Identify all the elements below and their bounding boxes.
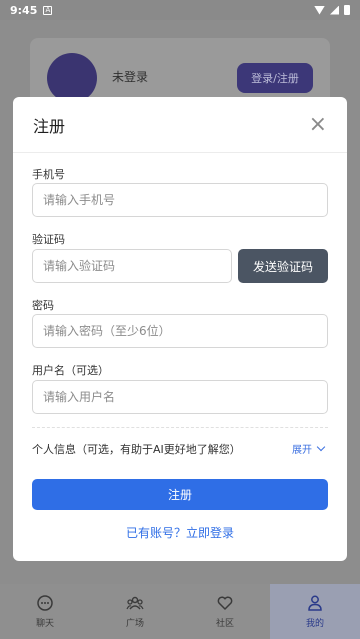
phone-input[interactable]	[32, 183, 328, 217]
close-icon[interactable]: ×	[309, 113, 327, 136]
status-time: 9:45	[10, 3, 38, 17]
avatar	[47, 53, 97, 103]
register-modal: 注册 × 手机号 验证码 发送验证码 密码 用户名（可选） 个人信息（可选，有助…	[13, 97, 347, 561]
user-icon	[306, 594, 324, 612]
username-input[interactable]	[32, 380, 328, 414]
register-button[interactable]: 注册	[32, 479, 328, 510]
code-label: 验证码	[32, 233, 65, 246]
expand-label: 展开	[292, 445, 312, 456]
password-label: 密码	[32, 299, 54, 312]
username-label: 用户名（可选）	[32, 364, 109, 377]
nav-label: 社区	[215, 619, 234, 629]
nav-item-community[interactable]: 社区	[180, 584, 270, 639]
nav-label: 聊天	[35, 619, 54, 629]
nav-label: 我的	[305, 619, 324, 629]
wifi-icon	[314, 5, 325, 15]
chevron-down-icon	[316, 442, 326, 452]
divider	[32, 427, 328, 428]
status-bar: 9:45 A	[0, 0, 360, 20]
group-icon	[126, 594, 144, 612]
bottom-nav: 聊天 广场 社区 我的	[0, 584, 360, 639]
nav-item-mine[interactable]: 我的	[270, 584, 360, 639]
login-status: 未登录	[112, 70, 149, 84]
phone-label: 手机号	[32, 168, 65, 181]
password-input[interactable]	[32, 314, 328, 348]
chat-icon	[36, 594, 54, 612]
nav-item-chat[interactable]: 聊天	[0, 584, 90, 639]
notification-icon: A	[43, 5, 53, 15]
signal-icon	[330, 5, 339, 15]
send-code-button[interactable]: 发送验证码	[238, 249, 328, 283]
modal-header: 注册 ×	[13, 97, 347, 153]
login-register-button[interactable]: 登录/注册	[237, 63, 313, 93]
login-link[interactable]: 已有账号？立即登录	[13, 524, 347, 541]
status-indicators	[314, 5, 350, 15]
code-input[interactable]	[32, 249, 232, 283]
nav-label: 广场	[125, 619, 144, 629]
personal-info-label: 个人信息（可选，有助于AI更好地了解您）	[32, 443, 241, 456]
modal-title: 注册	[33, 116, 66, 136]
nav-item-square[interactable]: 广场	[90, 584, 180, 639]
expand-toggle[interactable]: 展开	[292, 441, 326, 456]
battery-icon	[344, 5, 350, 15]
heart-icon	[216, 594, 234, 612]
